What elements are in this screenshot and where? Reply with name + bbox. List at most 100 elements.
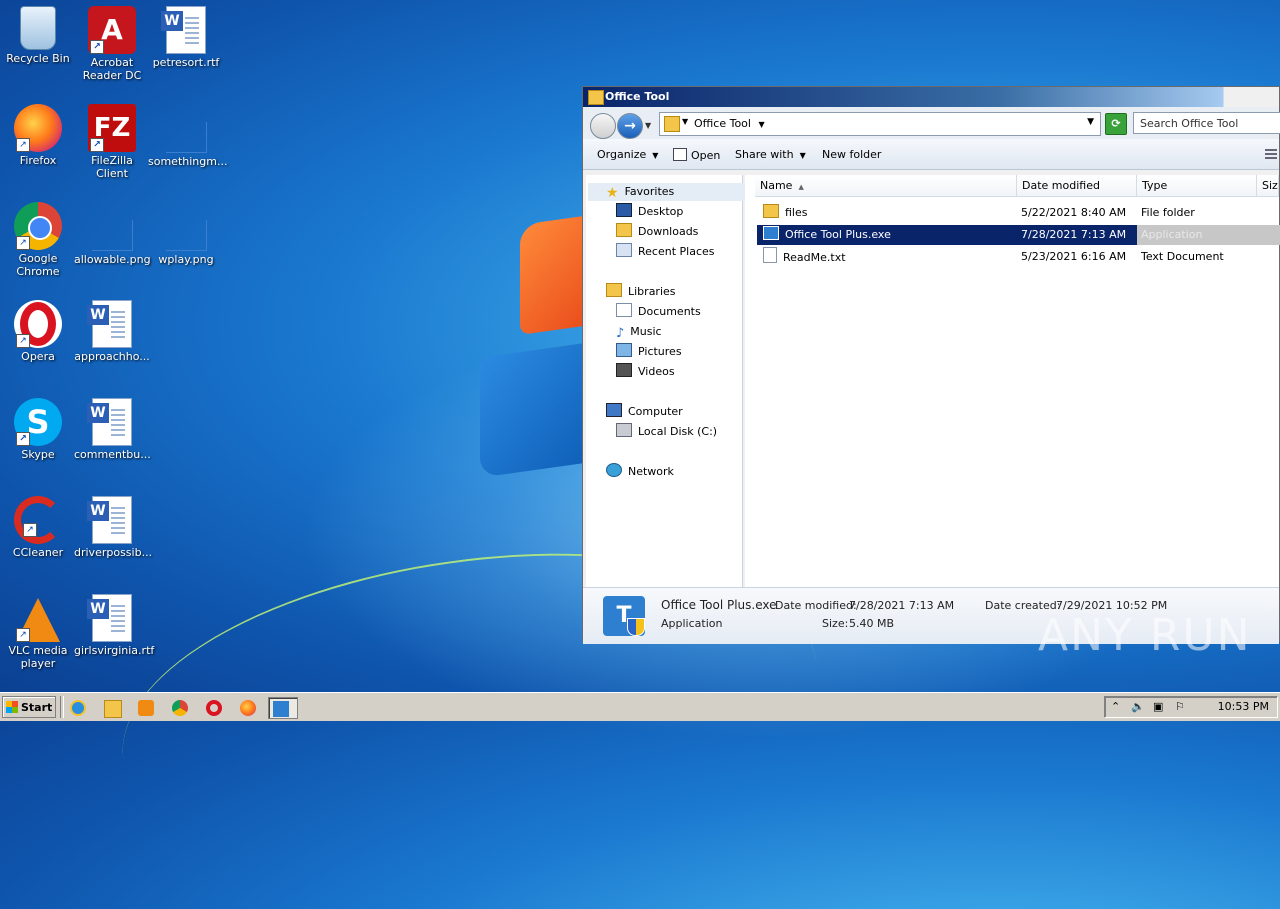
- address-bar[interactable]: ▼ Office Tool ▼ ▼: [659, 112, 1101, 136]
- show-hidden-icons-button[interactable]: ⌃: [1111, 700, 1120, 713]
- forward-button[interactable]: →: [617, 113, 643, 139]
- nav-documents[interactable]: Documents: [616, 303, 701, 321]
- windows-logo-wallpaper: [480, 215, 590, 478]
- file-row[interactable]: ReadMe.txt 5/23/2021 6:16 AM Text Docume…: [757, 247, 1279, 267]
- recycle-bin-icon: [20, 6, 56, 50]
- explorer-window[interactable]: Office Tool → ▼ ▼ Office Tool ▼ ▼ ⟳ Sear…: [582, 86, 1280, 644]
- details-date-modified-label: Date modified:: [775, 599, 857, 612]
- search-input[interactable]: Search Office Tool: [1133, 112, 1280, 134]
- open-button[interactable]: Open: [673, 148, 720, 162]
- chevron-down-icon[interactable]: ▼: [682, 117, 688, 126]
- folder-icon: [763, 204, 779, 218]
- organize-button[interactable]: Organize ▼: [597, 148, 658, 161]
- desktop-icon-label: commentbu...: [74, 448, 151, 461]
- view-options-icon[interactable]: [1265, 149, 1277, 159]
- recent-pages-dropdown[interactable]: ▼: [645, 121, 651, 130]
- desktop-icon-skype[interactable]: S ↗ Skype: [0, 398, 76, 461]
- file-date: 5/22/2021 8:40 AM: [1021, 206, 1127, 219]
- taskbar-office-tool-window[interactable]: [268, 697, 298, 719]
- details-date-modified: 7/28/2021 7:13 AM: [849, 599, 955, 612]
- nav-recent-places[interactable]: Recent Places: [616, 243, 715, 261]
- file-name: Office Tool Plus.exe: [785, 228, 891, 241]
- column-header-size[interactable]: Size: [1257, 175, 1279, 197]
- action-center-flag-icon[interactable]: ⚐: [1175, 700, 1185, 713]
- desktop-icon-acrobat[interactable]: A ↗ Acrobat Reader DC: [74, 6, 150, 82]
- desktop-icon-somethingm[interactable]: somethingm...: [148, 104, 227, 168]
- refresh-button[interactable]: ⟳: [1105, 113, 1127, 135]
- nav-pictures[interactable]: Pictures: [616, 343, 682, 361]
- chevron-down-icon: ▼: [652, 151, 659, 160]
- clock[interactable]: 10:53 PM: [1218, 700, 1269, 713]
- file-row[interactable]: files 5/22/2021 8:40 AM File folder: [757, 203, 1279, 223]
- desktop-icon-label: Skype: [21, 448, 55, 461]
- desktop-icon-driverpossib[interactable]: W driverpossib...: [74, 496, 153, 559]
- taskbar-media-player[interactable]: [134, 697, 158, 719]
- taskbar-internet-explorer[interactable]: [66, 697, 90, 719]
- nav-music[interactable]: ♪ Music: [616, 323, 662, 341]
- volume-icon[interactable]: 🔈: [1131, 700, 1145, 713]
- start-button[interactable]: Start: [2, 696, 56, 718]
- nav-libraries[interactable]: Libraries: [606, 283, 676, 301]
- desktop-icon-commentbu[interactable]: W commentbu...: [74, 398, 151, 461]
- nav-favorites[interactable]: ★ Favorites: [588, 183, 760, 201]
- desktop-icon-ccleaner[interactable]: ↗ CCleaner: [0, 496, 76, 559]
- desktop-icon-opera[interactable]: ↗ Opera: [0, 300, 76, 363]
- filezilla-icon: FZ ↗: [88, 104, 136, 152]
- network-icon: [606, 463, 622, 477]
- window-titlebar[interactable]: Office Tool: [583, 87, 1279, 107]
- desktop-icon-approachho[interactable]: W approachho...: [74, 300, 150, 363]
- desktop-icon-label: driverpossib...: [74, 546, 153, 559]
- desktop-icon-wplay[interactable]: wplay.png: [148, 202, 224, 266]
- image-file-icon: [165, 220, 207, 251]
- nav-downloads[interactable]: Downloads: [616, 223, 698, 241]
- file-type: Application: [1137, 225, 1280, 245]
- desktop-icon-girlsvirginia[interactable]: W girlsvirginia.rtf: [74, 594, 154, 657]
- nav-label: Libraries: [628, 285, 676, 298]
- breadcrumb[interactable]: Office Tool ▼: [694, 117, 765, 130]
- nav-local-disk[interactable]: Local Disk (C:): [616, 423, 717, 441]
- desktop-icon-label: VLC media player: [8, 644, 68, 670]
- taskbar-windows-explorer[interactable]: [100, 697, 124, 719]
- chevron-down-icon[interactable]: ▼: [758, 120, 764, 129]
- text-file-icon: [763, 247, 777, 263]
- new-folder-button[interactable]: New folder: [822, 148, 881, 161]
- chrome-icon: ↗: [14, 202, 62, 250]
- desktop-icon-chrome[interactable]: ↗ Google Chrome: [0, 202, 76, 278]
- desktop-icon-filezilla[interactable]: FZ ↗ FileZilla Client: [74, 104, 150, 180]
- nav-desktop[interactable]: Desktop: [616, 203, 683, 221]
- desktop-icon-label: Google Chrome: [16, 252, 60, 278]
- address-history-dropdown[interactable]: ▼: [1087, 117, 1094, 127]
- documents-icon: [616, 303, 632, 317]
- column-header-date-modified[interactable]: Date modified: [1017, 175, 1137, 197]
- desktop-icon-recycle-bin[interactable]: Recycle Bin: [0, 6, 76, 65]
- desktop-icon-vlc[interactable]: ↗ VLC media player: [0, 594, 76, 670]
- nav-videos[interactable]: Videos: [616, 363, 675, 381]
- file-type: Text Document: [1141, 250, 1224, 263]
- blank-file-icon: [165, 122, 207, 153]
- nav-label: Downloads: [638, 225, 699, 238]
- file-row-selected[interactable]: Office Tool Plus.exe 7/28/2021 7:13 AM A…: [757, 225, 1280, 245]
- taskbar-chrome[interactable]: [168, 697, 192, 719]
- share-with-button[interactable]: Share with ▼: [735, 148, 806, 161]
- uac-shield-icon: [627, 618, 645, 636]
- column-header-name[interactable]: Name ▲: [755, 175, 1017, 197]
- folder-icon: [664, 116, 680, 132]
- opera-icon: ↗: [14, 300, 62, 348]
- taskbar-firefox[interactable]: [236, 697, 260, 719]
- nav-label: Documents: [638, 305, 701, 318]
- nav-network[interactable]: Network: [606, 463, 674, 481]
- network-tray-icon[interactable]: ▣: [1153, 700, 1163, 713]
- desktop-icon-allowable[interactable]: allowable.png: [74, 202, 151, 266]
- address-row: → ▼ ▼ Office Tool ▼ ▼ ⟳ Search Office To…: [583, 107, 1280, 139]
- column-header-type[interactable]: Type: [1137, 175, 1257, 197]
- exe-icon: [763, 226, 779, 240]
- taskbar-opera[interactable]: [202, 697, 226, 719]
- word-doc-icon: W: [161, 6, 206, 54]
- nav-label: Music: [630, 325, 662, 338]
- desktop-icon-petresort[interactable]: W petresort.rtf: [148, 6, 224, 69]
- desktop-icon-firefox[interactable]: ↗ Firefox: [0, 104, 76, 167]
- back-button[interactable]: [590, 113, 616, 139]
- breadcrumb-office-tool[interactable]: Office Tool: [694, 117, 751, 130]
- nav-computer[interactable]: Computer: [606, 403, 683, 421]
- desktop-icon-label: wplay.png: [158, 253, 214, 266]
